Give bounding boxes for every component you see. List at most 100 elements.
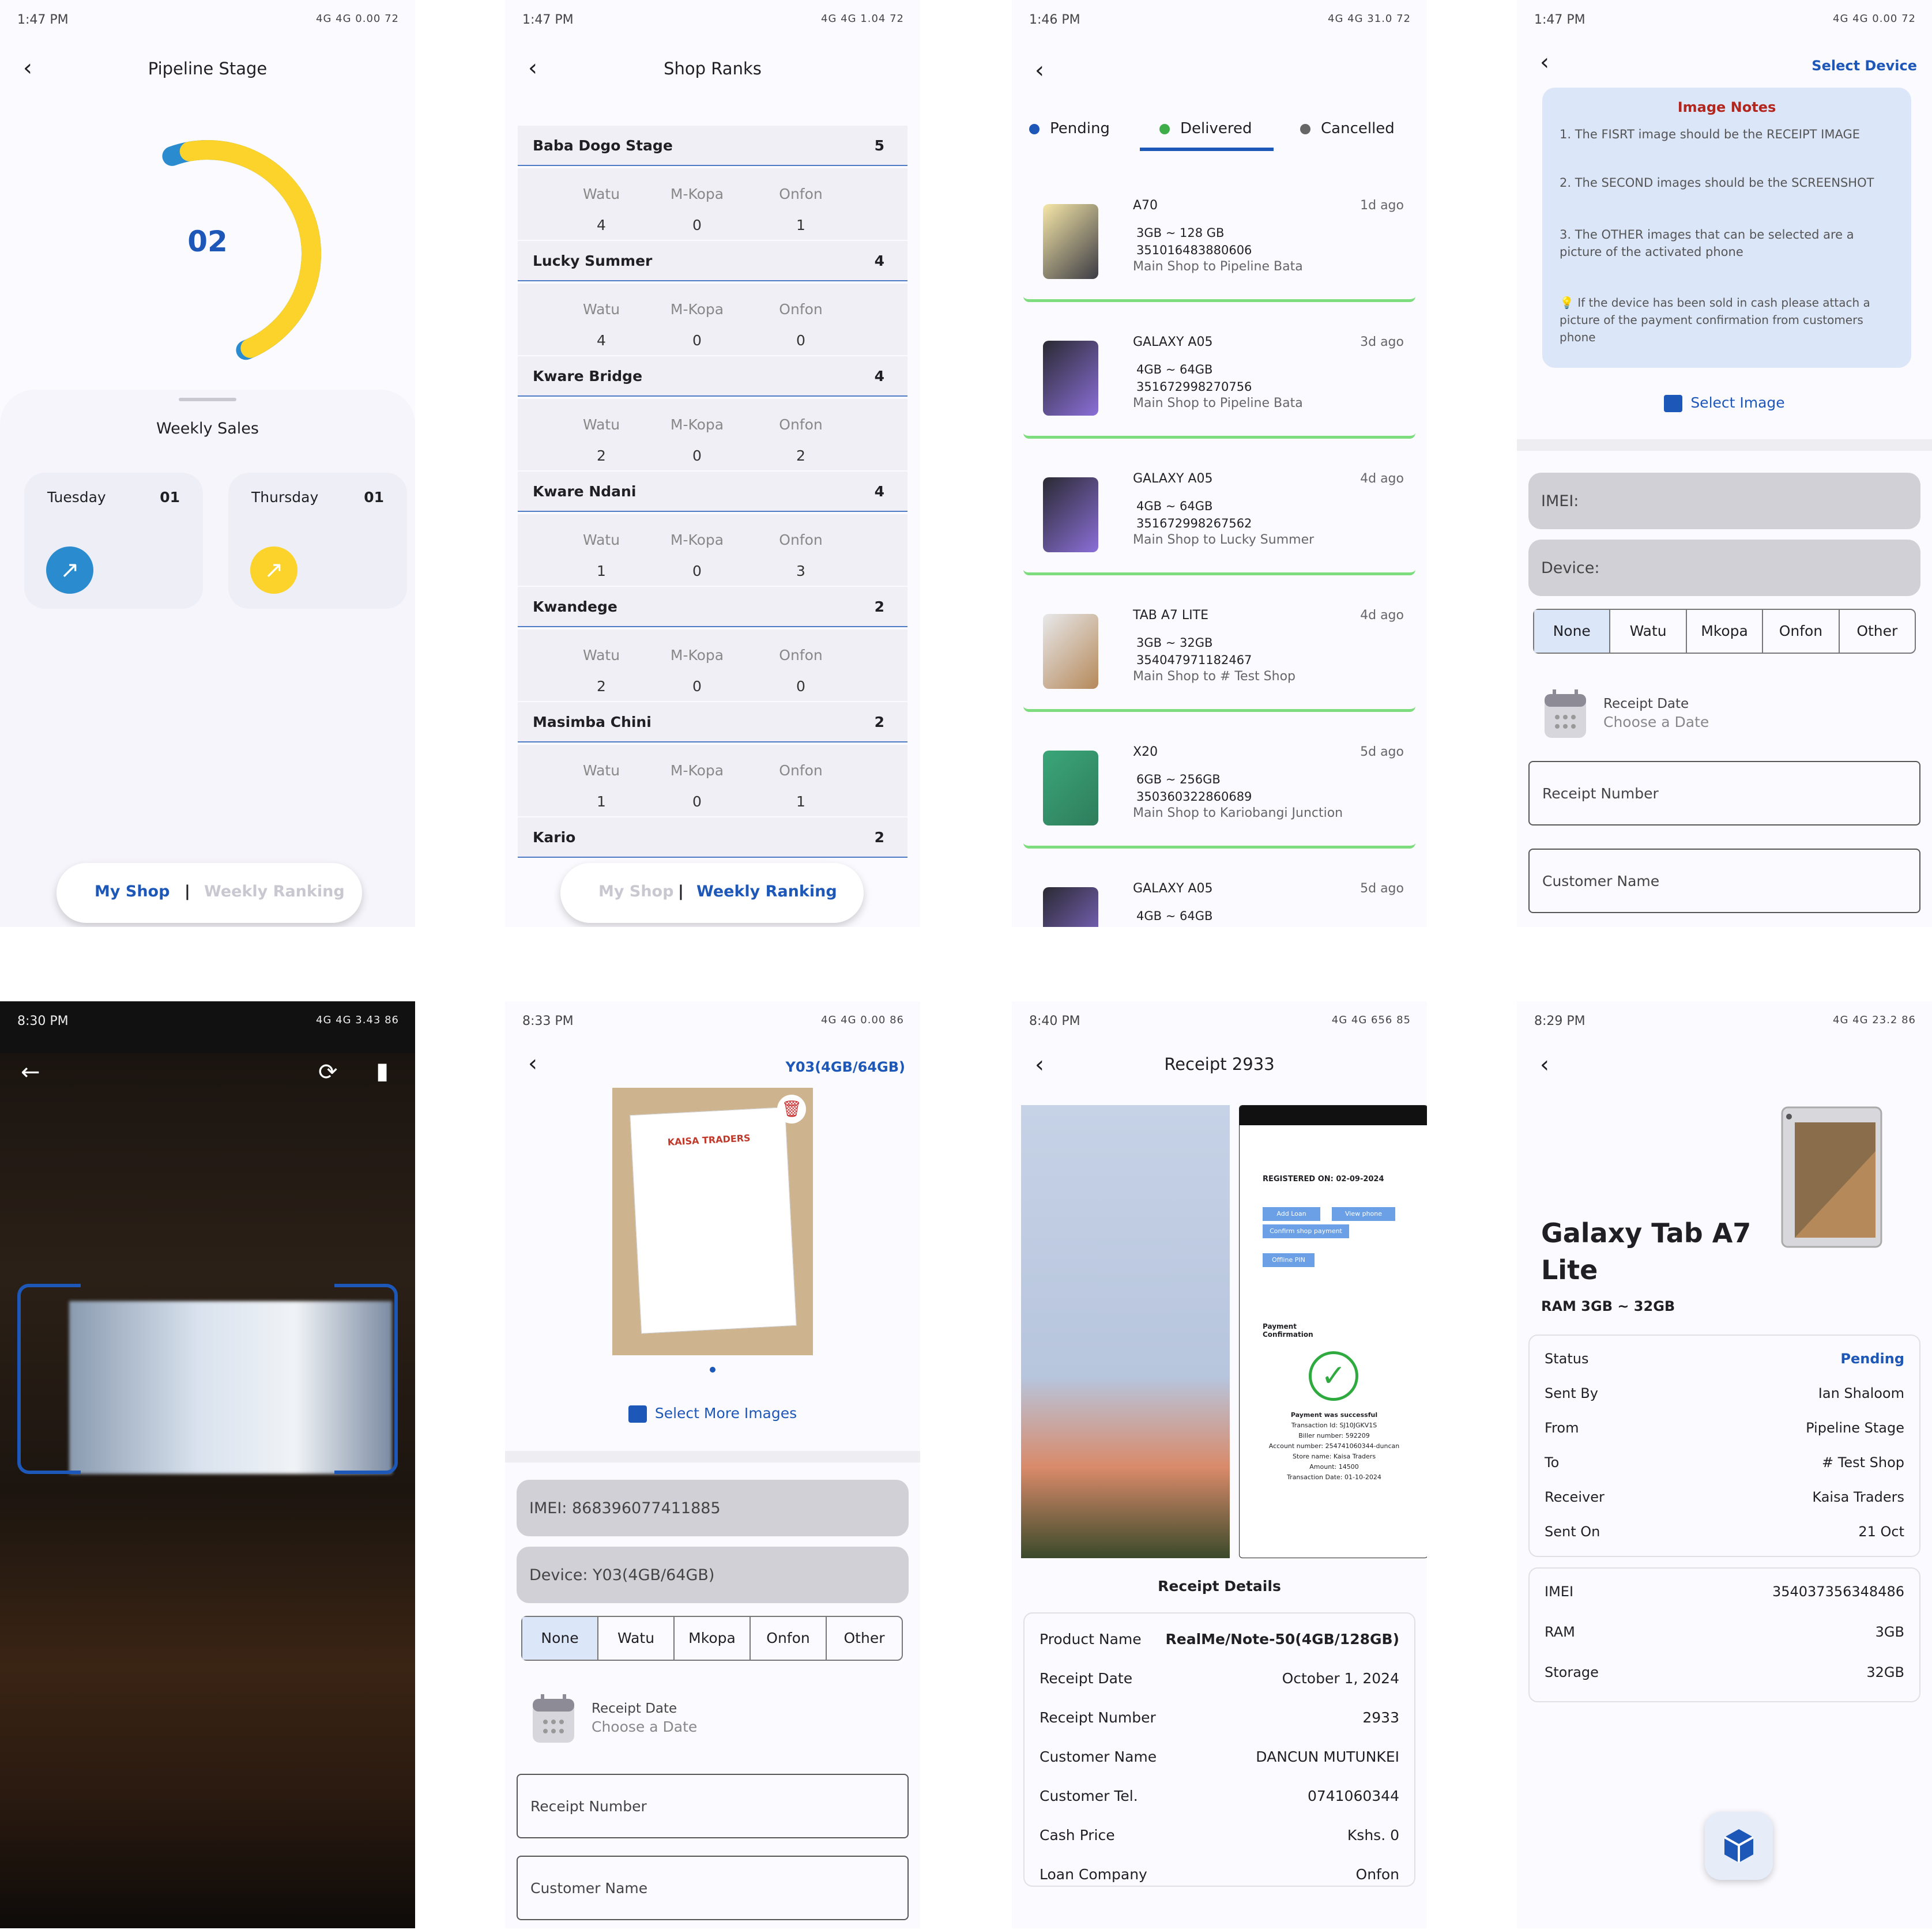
select-device-button[interactable]: Select Device	[1812, 58, 1917, 74]
payment-screenshot[interactable]: REGISTERED ON: 02-09-2024 Add Loan View …	[1239, 1105, 1427, 1558]
tab-cancelled[interactable]: Cancelled	[1300, 120, 1395, 137]
day-name: Tuesday	[47, 489, 106, 506]
segment-onfon[interactable]: Onfon	[751, 1617, 827, 1660]
tab-label: Delivered	[1180, 120, 1252, 137]
imei-field[interactable]: IMEI: 868396077411885	[517, 1480, 909, 1536]
payment-confirmation-title: Payment Confirmation	[1263, 1322, 1313, 1339]
segment-watu[interactable]: Watu	[598, 1617, 675, 1660]
my-shop-toggle[interactable]: My Shop	[95, 883, 170, 900]
transfer-item[interactable]: GALAXY A05 5d ago 4GB ~ 64GB 35167299826737…	[1023, 864, 1415, 927]
weekly-sales-title: Weekly Sales	[156, 420, 259, 438]
back-arrow-icon[interactable]: ‹	[1540, 51, 1561, 74]
back-arrow-icon[interactable]: ‹	[528, 1052, 549, 1075]
day-card-thursday[interactable]: Thursday 01 ↗	[228, 473, 407, 609]
transfer-item[interactable]: GALAXY A05 3d ago 4GB ~ 64GB 35167299827075…	[1023, 318, 1415, 439]
tab-delivered[interactable]: Delivered	[1159, 120, 1252, 137]
switch-camera-icon[interactable]: ⟳	[318, 1059, 338, 1085]
weekly-ranking-toggle[interactable]: Weekly Ranking	[204, 883, 345, 900]
transfer-item[interactable]: X20 5d ago 6GB ~ 256GB 350360322860689 Main …	[1023, 727, 1415, 849]
transfer-item[interactable]: TAB A7 LITE 4d ago 3GB ~ 32GB 3540479711824…	[1023, 591, 1415, 712]
info-value: # Test Shop	[1822, 1454, 1904, 1471]
item-spec: 3GB ~ 32GB	[1136, 636, 1213, 650]
scan-frame-left	[17, 1284, 81, 1474]
device-field[interactable]: Device: Y03(4GB/64GB)	[517, 1547, 909, 1603]
item-spec: 4GB ~ 64GB	[1136, 499, 1213, 513]
status-icons: 4G 4G 0.00 72	[1833, 13, 1916, 25]
day-card-tuesday[interactable]: Tuesday 01 ↗	[24, 473, 203, 609]
segment-other[interactable]: Other	[827, 1617, 902, 1660]
confirm-payment-button[interactable]: Confirm shop payment	[1263, 1224, 1349, 1238]
segment-none[interactable]: None	[1534, 610, 1611, 653]
offline-pin-button[interactable]: Offline PIN	[1263, 1253, 1315, 1267]
receipt-paper: KAISA TRADERS	[630, 1107, 797, 1334]
select-image-button[interactable]: Select Image	[1517, 394, 1932, 412]
rank-card[interactable]: Lucky Summer 4 Watu 4 M-Kopa 0 Onfon 0	[518, 241, 907, 355]
day-name: Thursday	[251, 489, 319, 506]
segment-onfon[interactable]: Onfon	[1763, 610, 1840, 653]
shop-name: Kwandege	[533, 598, 617, 615]
info-value: Pending	[1840, 1351, 1904, 1367]
rank-card[interactable]: Kario 2	[518, 817, 907, 858]
receipt-number-input[interactable]: Receipt Number	[517, 1774, 909, 1838]
rank-card[interactable]: Masimba Chini 2 Watu 1 M-Kopa 0 Onfon 1	[518, 702, 907, 816]
column-value: 0	[692, 793, 702, 810]
image-notes-card: Image Notes 1. The FISRT image should be…	[1542, 88, 1911, 368]
imei-field[interactable]: IMEI:	[1528, 473, 1920, 529]
device-box-button[interactable]	[1705, 1812, 1773, 1880]
customer-name-input[interactable]: Customer Name	[1528, 849, 1920, 913]
back-arrow-icon[interactable]: ‹	[1540, 1053, 1561, 1076]
spec-value: 354037356348486	[1772, 1584, 1904, 1600]
status-icons: 4G 4G 0.00 72	[316, 13, 399, 25]
delete-image-icon[interactable]: 🗑	[777, 1095, 806, 1124]
column-value: 4	[597, 332, 606, 349]
segment-mkopa[interactable]: Mkopa	[675, 1617, 751, 1660]
rank-header: Kwandege 2	[518, 587, 907, 627]
back-arrow-icon[interactable]: ←	[21, 1059, 40, 1085]
weekly-ranking-toggle[interactable]: Weekly Ranking	[696, 883, 837, 900]
calendar-icon[interactable]	[1543, 688, 1587, 739]
spec-row: Storage 32GB	[1545, 1664, 1904, 1680]
selected-device-title[interactable]: Y03(4GB/64GB)	[785, 1059, 905, 1075]
segment-watu[interactable]: Watu	[1610, 610, 1687, 653]
status-time: 8:30 PM	[17, 1014, 69, 1028]
segment-other[interactable]: Other	[1840, 610, 1915, 653]
rank-header: Kware Ndani 4	[518, 472, 907, 512]
calendar-icon[interactable]	[532, 1693, 575, 1744]
status-icons: 4G 4G 1.04 72	[821, 13, 904, 25]
item-name: GALAXY A05	[1133, 881, 1213, 896]
toggle-separator: |	[678, 883, 684, 900]
camera-preview[interactable]	[0, 1053, 415, 1928]
receipt-date-picker[interactable]: Choose a Date	[592, 1718, 697, 1735]
device-field[interactable]: Device:	[1528, 540, 1920, 596]
rank-card[interactable]: Kware Bridge 4 Watu 2 M-Kopa 0 Onfon 2	[518, 356, 907, 470]
segment-none[interactable]: None	[522, 1617, 598, 1660]
receipt-photo[interactable]	[1021, 1105, 1230, 1558]
tab-label: Cancelled	[1321, 120, 1395, 137]
status-time: 8:33 PM	[522, 1014, 574, 1028]
status-icons: 4G 4G 31.0 72	[1328, 13, 1411, 25]
rank-card[interactable]: Kware Ndani 4 Watu 1 M-Kopa 0 Onfon 3	[518, 472, 907, 586]
view-toggle: My Shop | Weekly Ranking	[560, 863, 864, 923]
rank-card[interactable]: Baba Dogo Stage 5 Watu 4 M-Kopa 0 Onfon 1	[518, 126, 907, 240]
detail-row: Receipt Date October 1, 2024	[1040, 1670, 1399, 1687]
rank-card[interactable]: Kwandege 2 Watu 2 M-Kopa 0 Onfon 0	[518, 587, 907, 701]
receipt-number-input[interactable]: Receipt Number	[1528, 761, 1920, 825]
transfer-item[interactable]: A70 1d ago 3GB ~ 128 GB 351016483880606 Main…	[1023, 181, 1415, 302]
rank-header: Lucky Summer 4	[518, 241, 907, 281]
customer-name-input[interactable]: Customer Name	[517, 1856, 909, 1920]
flashlight-icon[interactable]: ▮	[376, 1058, 389, 1084]
add-loan-button[interactable]: Add Loan	[1263, 1207, 1320, 1221]
my-shop-toggle[interactable]: My Shop	[598, 883, 673, 900]
transfer-item[interactable]: GALAXY A05 4d ago 4GB ~ 64GB 35167299826756…	[1023, 454, 1415, 575]
arrow-up-right-icon: ↗	[250, 546, 297, 594]
segment-mkopa[interactable]: Mkopa	[1687, 610, 1764, 653]
back-arrow-icon[interactable]: ‹	[1035, 59, 1056, 82]
tab-pending[interactable]: Pending	[1029, 120, 1110, 137]
receipt-image[interactable]: KAISA TRADERS 🗑	[612, 1088, 813, 1355]
view-phone-button[interactable]: View phone	[1332, 1207, 1395, 1221]
sheet-handle[interactable]	[179, 398, 236, 401]
rank-breakdown: Watu 4 M-Kopa 0 Onfon 0	[518, 284, 907, 355]
receipt-details-title: Receipt Details	[1158, 1578, 1281, 1594]
select-more-images-button[interactable]: Select More Images	[505, 1405, 920, 1423]
receipt-date-picker[interactable]: Choose a Date	[1603, 714, 1709, 730]
